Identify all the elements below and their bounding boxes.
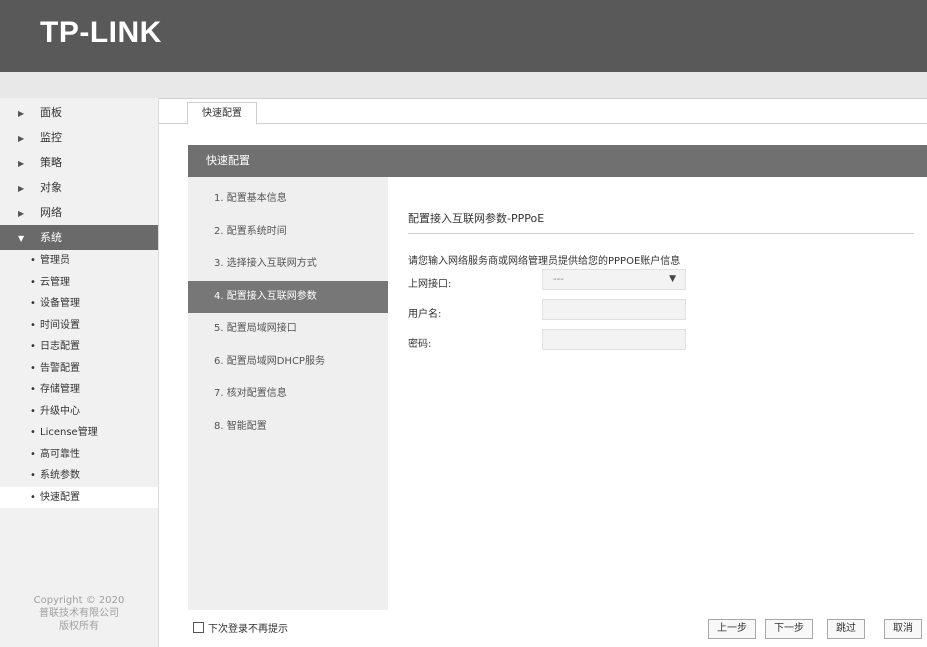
password-row: 密码: [408, 329, 914, 357]
bullet-icon: • [30, 319, 36, 331]
pppoe-form: 配置接入互联网参数-PPPoE 请您输入网络服务商或网络管理员提供给您的PPPO… [408, 210, 914, 357]
panel-title: 快速配置 [188, 145, 927, 177]
sidebar-subitem-log[interactable]: • 日志配置 [0, 336, 158, 358]
wizard-step: 2. 配置系统时间 [214, 225, 287, 237]
interface-row: 上网接口: --- ▼ [408, 269, 914, 297]
sidebar-item-label: 面板 [40, 106, 62, 119]
dont-show-again[interactable]: 下次登录不再提示 [193, 620, 288, 635]
caret-right-icon: ▶ [18, 209, 25, 218]
wizard-step: 6. 配置局域网DHCP服务 [214, 355, 325, 367]
sidebar-subitem-label: 告警配置 [40, 362, 80, 374]
sidebar-subitem-device[interactable]: • 设备管理 [0, 293, 158, 315]
sidebar-subitem-upgrade[interactable]: • 升级中心 [0, 401, 158, 423]
bullet-icon: • [30, 448, 36, 460]
sidebar: ▶ 面板 ▶ 监控 ▶ 策略 ▶ 对象 ▶ 网络 ▼ 系统 • 管理员 • 云管理 • 设备管理 … [0, 98, 159, 647]
interface-select[interactable]: --- ▼ [542, 269, 686, 290]
sidebar-item-policy[interactable]: ▶ 策略 [0, 150, 158, 175]
sidebar-subitem-label: 云管理 [40, 276, 70, 288]
wizard-step-current: 4. 配置接入互联网参数 [188, 280, 388, 313]
cancel-button[interactable]: 取消 [884, 619, 922, 639]
sidebar-subitem-ha[interactable]: • 高可靠性 [0, 444, 158, 466]
caret-right-icon: ▶ [18, 184, 25, 193]
sidebar-subitem-label: 设备管理 [40, 298, 80, 309]
checkbox[interactable] [193, 622, 204, 633]
username-input[interactable] [542, 299, 686, 320]
wizard-step: 3. 选择接入互联网方式 [214, 258, 317, 269]
sidebar-subitem-label: License管理 [40, 427, 98, 438]
caret-right-icon: ▶ [18, 109, 25, 118]
bullet-icon: • [30, 276, 36, 288]
bullet-icon: • [30, 362, 36, 374]
rights-reserved: 版权所有 [59, 621, 99, 632]
sidebar-subitem-label: 存储管理 [40, 384, 80, 395]
interface-label: 上网接口: [408, 279, 452, 290]
wizard-steps: 1. 配置基本信息 2. 配置系统时间 3. 选择接入互联网方式 4. 配置接入… [188, 177, 388, 610]
wizard-step: 8. 智能配置 [214, 420, 267, 432]
bullet-icon: • [30, 491, 36, 503]
wizard-step: 7. 核对配置信息 [214, 388, 287, 399]
sidebar-item-label: 对象 [40, 181, 62, 194]
sidebar-item-dashboard[interactable]: ▶ 面板 [0, 100, 158, 125]
bullet-icon: • [30, 341, 36, 352]
sidebar-subitem-label: 管理员 [40, 255, 70, 266]
username-row: 用户名: [408, 299, 914, 327]
next-button[interactable]: 下一步 [765, 619, 813, 639]
tab-quick-config[interactable]: 快速配置 [187, 102, 257, 125]
sidebar-subitem-params[interactable]: • 系统参数 [0, 465, 158, 487]
sidebar-item-object[interactable]: ▶ 对象 [0, 175, 158, 200]
password-input[interactable] [542, 329, 686, 350]
password-label: 密码: [408, 339, 432, 350]
header-band [0, 72, 927, 99]
prev-button[interactable]: 上一步 [708, 619, 756, 639]
sidebar-subitem-storage[interactable]: • 存储管理 [0, 379, 158, 401]
top-header: TP-LINK [0, 0, 927, 72]
wizard-step: 1. 配置基本信息 [214, 193, 287, 204]
bullet-icon: • [30, 470, 36, 481]
sidebar-subitem-cloud[interactable]: • 云管理 [0, 272, 158, 294]
username-label: 用户名: [408, 309, 442, 320]
skip-button[interactable]: 跳过 [827, 619, 865, 639]
caret-right-icon: ▶ [18, 159, 25, 168]
company-name: 普联技术有限公司 [39, 608, 119, 619]
sidebar-subitem-label: 高可靠性 [40, 448, 80, 460]
bullet-icon: • [30, 405, 36, 417]
interface-value: --- [553, 274, 564, 285]
copyright: Copyright © 2020 普联技术有限公司 版权所有 [0, 594, 158, 633]
sidebar-subitem-time[interactable]: • 时间设置 [0, 315, 158, 337]
sidebar-subitem-license[interactable]: • License管理 [0, 422, 158, 444]
sidebar-subitem-admin[interactable]: • 管理员 [0, 250, 158, 272]
sidebar-subitem-label: 日志配置 [40, 341, 80, 352]
sidebar-subitem-label: 时间设置 [40, 319, 80, 331]
tp-link-logo: TP-LINK [40, 16, 162, 49]
bullet-icon: • [30, 384, 36, 395]
sidebar-item-label: 系统 [40, 231, 62, 244]
caret-right-icon: ▶ [18, 134, 25, 143]
checkbox-label: 下次登录不再提示 [208, 624, 288, 635]
tab-bar: 快速配置 [159, 98, 927, 125]
sidebar-subitem-label: 升级中心 [40, 405, 80, 417]
bullet-icon: • [30, 255, 36, 266]
form-title: 配置接入互联网参数-PPPoE [408, 210, 914, 234]
copyright-line: Copyright © 2020 [33, 595, 125, 606]
caret-down-icon: ▼ [18, 234, 25, 243]
sidebar-item-label: 网络 [40, 206, 62, 219]
sidebar-item-monitor[interactable]: ▶ 监控 [0, 125, 158, 150]
sidebar-item-system[interactable]: ▼ 系统 [0, 225, 158, 250]
sidebar-subitem-label: 快速配置 [40, 491, 80, 503]
sidebar-item-label: 策略 [40, 156, 62, 169]
sidebar-item-network[interactable]: ▶ 网络 [0, 200, 158, 225]
form-description: 请您输入网络服务商或网络管理员提供给您的PPPOE账户信息 [408, 256, 681, 267]
sidebar-subitem-alarm[interactable]: • 告警配置 [0, 358, 158, 380]
wizard-step: 5. 配置局域网接口 [214, 323, 297, 334]
sidebar-item-label: 监控 [40, 131, 62, 144]
sidebar-subitem-label: 系统参数 [40, 470, 80, 481]
sidebar-subitem-quick-config[interactable]: • 快速配置 [0, 486, 158, 508]
bullet-icon: • [30, 298, 36, 309]
bullet-icon: • [30, 427, 36, 438]
dropdown-arrow-icon: ▼ [669, 274, 676, 284]
